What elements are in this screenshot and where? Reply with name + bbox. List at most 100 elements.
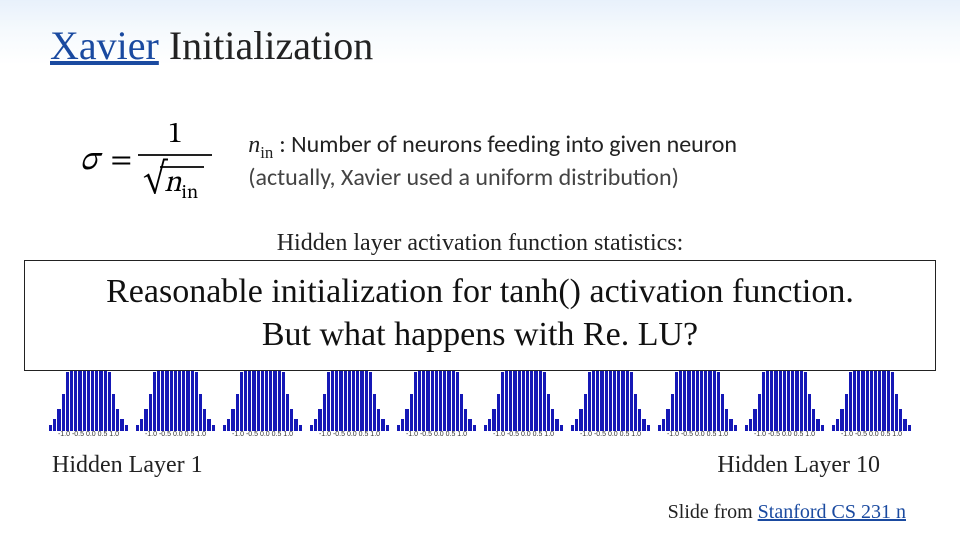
definition-colon: : <box>279 130 291 159</box>
slide-credit: Slide from Stanford CS 231 n <box>668 501 906 524</box>
slide-title: Xavier Initialization <box>50 22 373 69</box>
histogram-bar <box>908 425 911 431</box>
histogram-bar <box>410 394 413 431</box>
histogram-bar <box>323 394 326 431</box>
histogram-bar <box>836 419 839 431</box>
histogram-bar <box>753 409 756 431</box>
histogram-bar <box>386 425 389 431</box>
histogram-bar <box>195 372 198 431</box>
histogram-xaxis: -1.0 -0.5 0.0 0.5 1.0 <box>568 431 653 445</box>
histogram-bar <box>468 419 471 431</box>
histogram-bar <box>488 419 491 431</box>
histogram-bar <box>758 394 761 431</box>
n-subscript: in <box>181 183 198 203</box>
histogram-bar <box>840 409 843 431</box>
definition-line2: (actually, Xavier used a uniform distrib… <box>248 163 679 192</box>
histogram-xaxis: -1.0 -0.5 0.0 0.5 1.0 <box>133 431 218 445</box>
hidden-layer-10-label: Hidden Layer 10 <box>717 452 880 479</box>
sigma-symbol: σ <box>80 140 105 183</box>
histogram-bar <box>153 372 156 431</box>
title-link[interactable]: Xavier <box>50 23 159 68</box>
histogram-bar <box>762 372 765 431</box>
histogram-bar <box>812 409 815 431</box>
histogram-xaxis: -1.0 -0.5 0.0 0.5 1.0 <box>46 431 131 445</box>
histogram-bar <box>381 419 384 431</box>
histogram-bar <box>286 394 289 431</box>
histogram-bar <box>49 425 52 431</box>
histogram-bar <box>460 394 463 431</box>
histogram-bar <box>144 409 147 431</box>
histogram-bar <box>53 419 56 431</box>
histogram-bar <box>588 372 591 431</box>
histogram-bar <box>310 425 313 431</box>
callout-line2: But what happens with Re. LU? <box>43 314 917 357</box>
histogram-caption: Hidden layer activation function statist… <box>0 230 960 257</box>
histogram-xaxis: -1.0 -0.5 0.0 0.5 1.0 <box>742 431 827 445</box>
n-symbol: n <box>248 132 260 158</box>
histogram-bar <box>473 425 476 431</box>
hidden-layer-1-label: Hidden Layer 1 <box>52 452 203 479</box>
histogram-bar <box>223 425 226 431</box>
histogram-bar <box>560 425 563 431</box>
histogram-xaxis: -1.0 -0.5 0.0 0.5 1.0 <box>829 431 914 445</box>
histogram-bar <box>717 372 720 431</box>
histogram-bar <box>136 425 139 431</box>
histogram-bar <box>899 409 902 431</box>
histogram-bar <box>903 419 906 431</box>
histogram-bar <box>203 409 206 431</box>
histogram-bar <box>808 394 811 431</box>
histogram-bar <box>199 394 202 431</box>
histogram-bar <box>501 372 504 431</box>
histogram-bar <box>832 425 835 431</box>
credit-link[interactable]: Stanford CS 231 n <box>758 501 906 523</box>
histogram-bar <box>725 409 728 431</box>
sqrt-radical-icon: √ <box>143 164 167 196</box>
formula-row: σ = 1 √ nin nin : Number of neurons fee <box>80 120 900 203</box>
histogram-bar <box>414 372 417 431</box>
histogram-bar <box>891 372 894 431</box>
sigma-formula: σ = 1 √ nin <box>80 120 212 203</box>
histogram-bar <box>397 425 400 431</box>
histogram-bar <box>231 409 234 431</box>
histogram-bar <box>290 409 293 431</box>
histogram-bar <box>630 372 633 431</box>
histogram-bar <box>377 409 380 431</box>
fraction-bar <box>138 154 212 156</box>
equals-symbol: = <box>105 142 139 180</box>
histogram-bar <box>369 372 372 431</box>
histogram-bar <box>236 394 239 431</box>
histogram-bar <box>140 419 143 431</box>
histogram-bar <box>816 419 819 431</box>
histogram-bar <box>373 394 376 431</box>
histogram-bar <box>318 409 321 431</box>
histogram-bar <box>745 425 748 431</box>
histogram-bar <box>895 394 898 431</box>
histogram-bar <box>57 409 60 431</box>
histogram-bar <box>299 425 302 431</box>
histogram-bar <box>821 425 824 431</box>
histogram-bar <box>584 394 587 431</box>
histogram-bar <box>734 425 737 431</box>
n-subscript: in <box>260 142 273 161</box>
histogram-bar <box>804 372 807 431</box>
histogram-bar <box>845 394 848 431</box>
histogram-bar <box>543 372 546 431</box>
histogram-bar <box>575 419 578 431</box>
histogram-bar <box>551 409 554 431</box>
histogram-bar <box>112 394 115 431</box>
definition-line1: Number of neurons feeding into given neu… <box>291 130 737 159</box>
histogram-bar <box>282 372 285 431</box>
histogram-bar <box>120 419 123 431</box>
fraction-denominator: √ nin <box>138 158 212 203</box>
histogram-bar <box>642 419 645 431</box>
histogram-bar <box>555 419 558 431</box>
callout-line1: Reasonable initialization for tanh() act… <box>43 271 917 314</box>
histogram-bar <box>729 419 732 431</box>
histogram-bar <box>638 409 641 431</box>
histogram-bar <box>149 394 152 431</box>
histogram-xaxis: -1.0 -0.5 0.0 0.5 1.0 <box>655 431 740 445</box>
histogram-bar <box>666 409 669 431</box>
histogram-bar <box>207 419 210 431</box>
credit-prefix: Slide from <box>668 501 758 523</box>
histogram-bar <box>671 394 674 431</box>
